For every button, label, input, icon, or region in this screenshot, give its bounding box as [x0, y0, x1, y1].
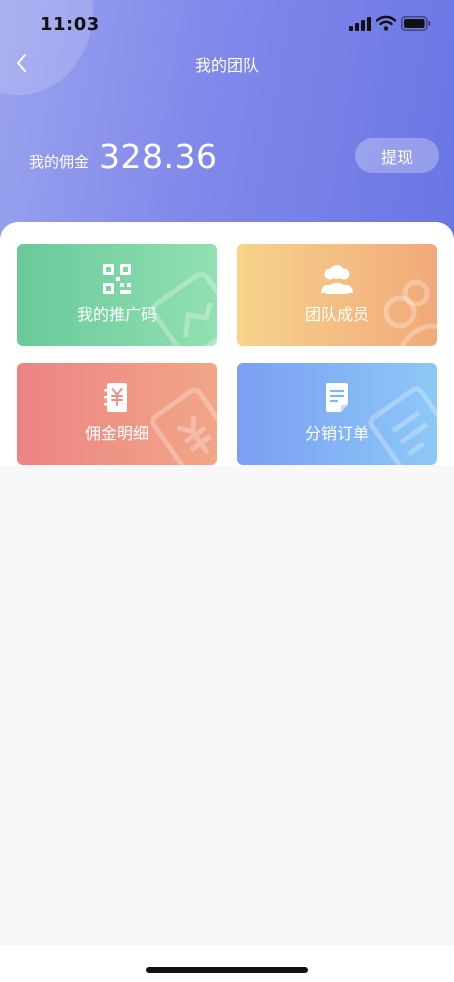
card-label: 我的推广码 [76, 305, 157, 324]
page-title: 我的团队 [194, 56, 259, 75]
card-distribution-orders[interactable]: 分销订单 [237, 363, 437, 465]
battery-icon [401, 16, 431, 31]
card-commission-details[interactable]: 佣金明细 [17, 363, 217, 465]
qr-code-icon [103, 264, 131, 294]
commission-label: 我的佣金 [29, 153, 90, 171]
signal-icon [349, 17, 371, 31]
commission-book-icon [104, 383, 127, 412]
header: 11:03 我的团队 我的佣金 328.36 提现 [0, 0, 454, 250]
wifi-icon [376, 15, 396, 31]
commission-amount: 328.36 [99, 137, 218, 176]
status-bar: 11:03 [0, 0, 454, 48]
card-label: 佣金明细 [84, 424, 149, 443]
home-indicator[interactable] [146, 967, 308, 973]
card-team-members[interactable]: 团队成员 [237, 244, 437, 346]
card-label: 团队成员 [304, 305, 369, 324]
card-label: 分销订单 [304, 424, 369, 443]
team-members-icon [321, 265, 353, 294]
bottom-safe-area [0, 945, 454, 982]
order-document-icon [326, 383, 348, 412]
withdraw-button[interactable]: 提现 [355, 138, 439, 173]
card-promo-code[interactable]: 我的推广码 [17, 244, 217, 346]
status-time: 11:03 [40, 14, 100, 35]
